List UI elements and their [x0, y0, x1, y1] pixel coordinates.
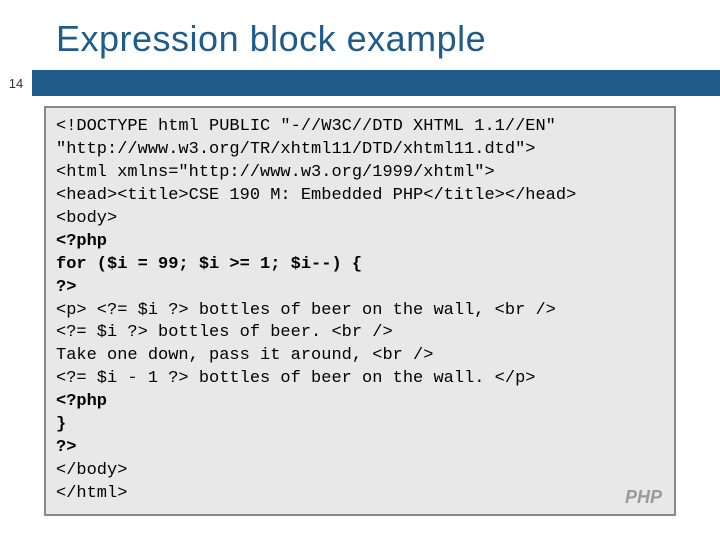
code-line: ?> [56, 438, 76, 457]
code-line: ?> [56, 278, 76, 297]
language-label: PHP [625, 487, 662, 508]
code-line: <?php [56, 392, 107, 411]
code-line: <body> [56, 209, 117, 228]
code-line: </html> [56, 484, 127, 503]
code-line: <!DOCTYPE html PUBLIC "-//W3C//DTD XHTML… [56, 117, 556, 136]
code-line: <?php [56, 232, 107, 251]
accent-bar [32, 70, 720, 96]
accent-bar-row: 14 [0, 70, 720, 96]
code-line: <?= $i ?> bottles of beer. <br /> [56, 323, 393, 342]
code-content: <!DOCTYPE html PUBLIC "-//W3C//DTD XHTML… [56, 116, 664, 506]
code-line: <html xmlns="http://www.w3.org/1999/xhtm… [56, 163, 495, 182]
code-line: </body> [56, 461, 127, 480]
code-line: } [56, 415, 66, 434]
code-line: for ($i = 99; $i >= 1; $i--) { [56, 255, 362, 274]
code-line: Take one down, pass it around, <br /> [56, 346, 433, 365]
slide-title: Expression block example [0, 0, 720, 70]
slide: Expression block example 14 <!DOCTYPE ht… [0, 0, 720, 540]
code-line: "http://www.w3.org/TR/xhtml11/DTD/xhtml1… [56, 140, 535, 159]
page-number: 14 [0, 70, 32, 96]
code-block: <!DOCTYPE html PUBLIC "-//W3C//DTD XHTML… [44, 106, 676, 516]
code-line: <?= $i - 1 ?> bottles of beer on the wal… [56, 369, 535, 388]
code-line: <p> <?= $i ?> bottles of beer on the wal… [56, 301, 556, 320]
code-line: <head><title>CSE 190 M: Embedded PHP</ti… [56, 186, 576, 205]
